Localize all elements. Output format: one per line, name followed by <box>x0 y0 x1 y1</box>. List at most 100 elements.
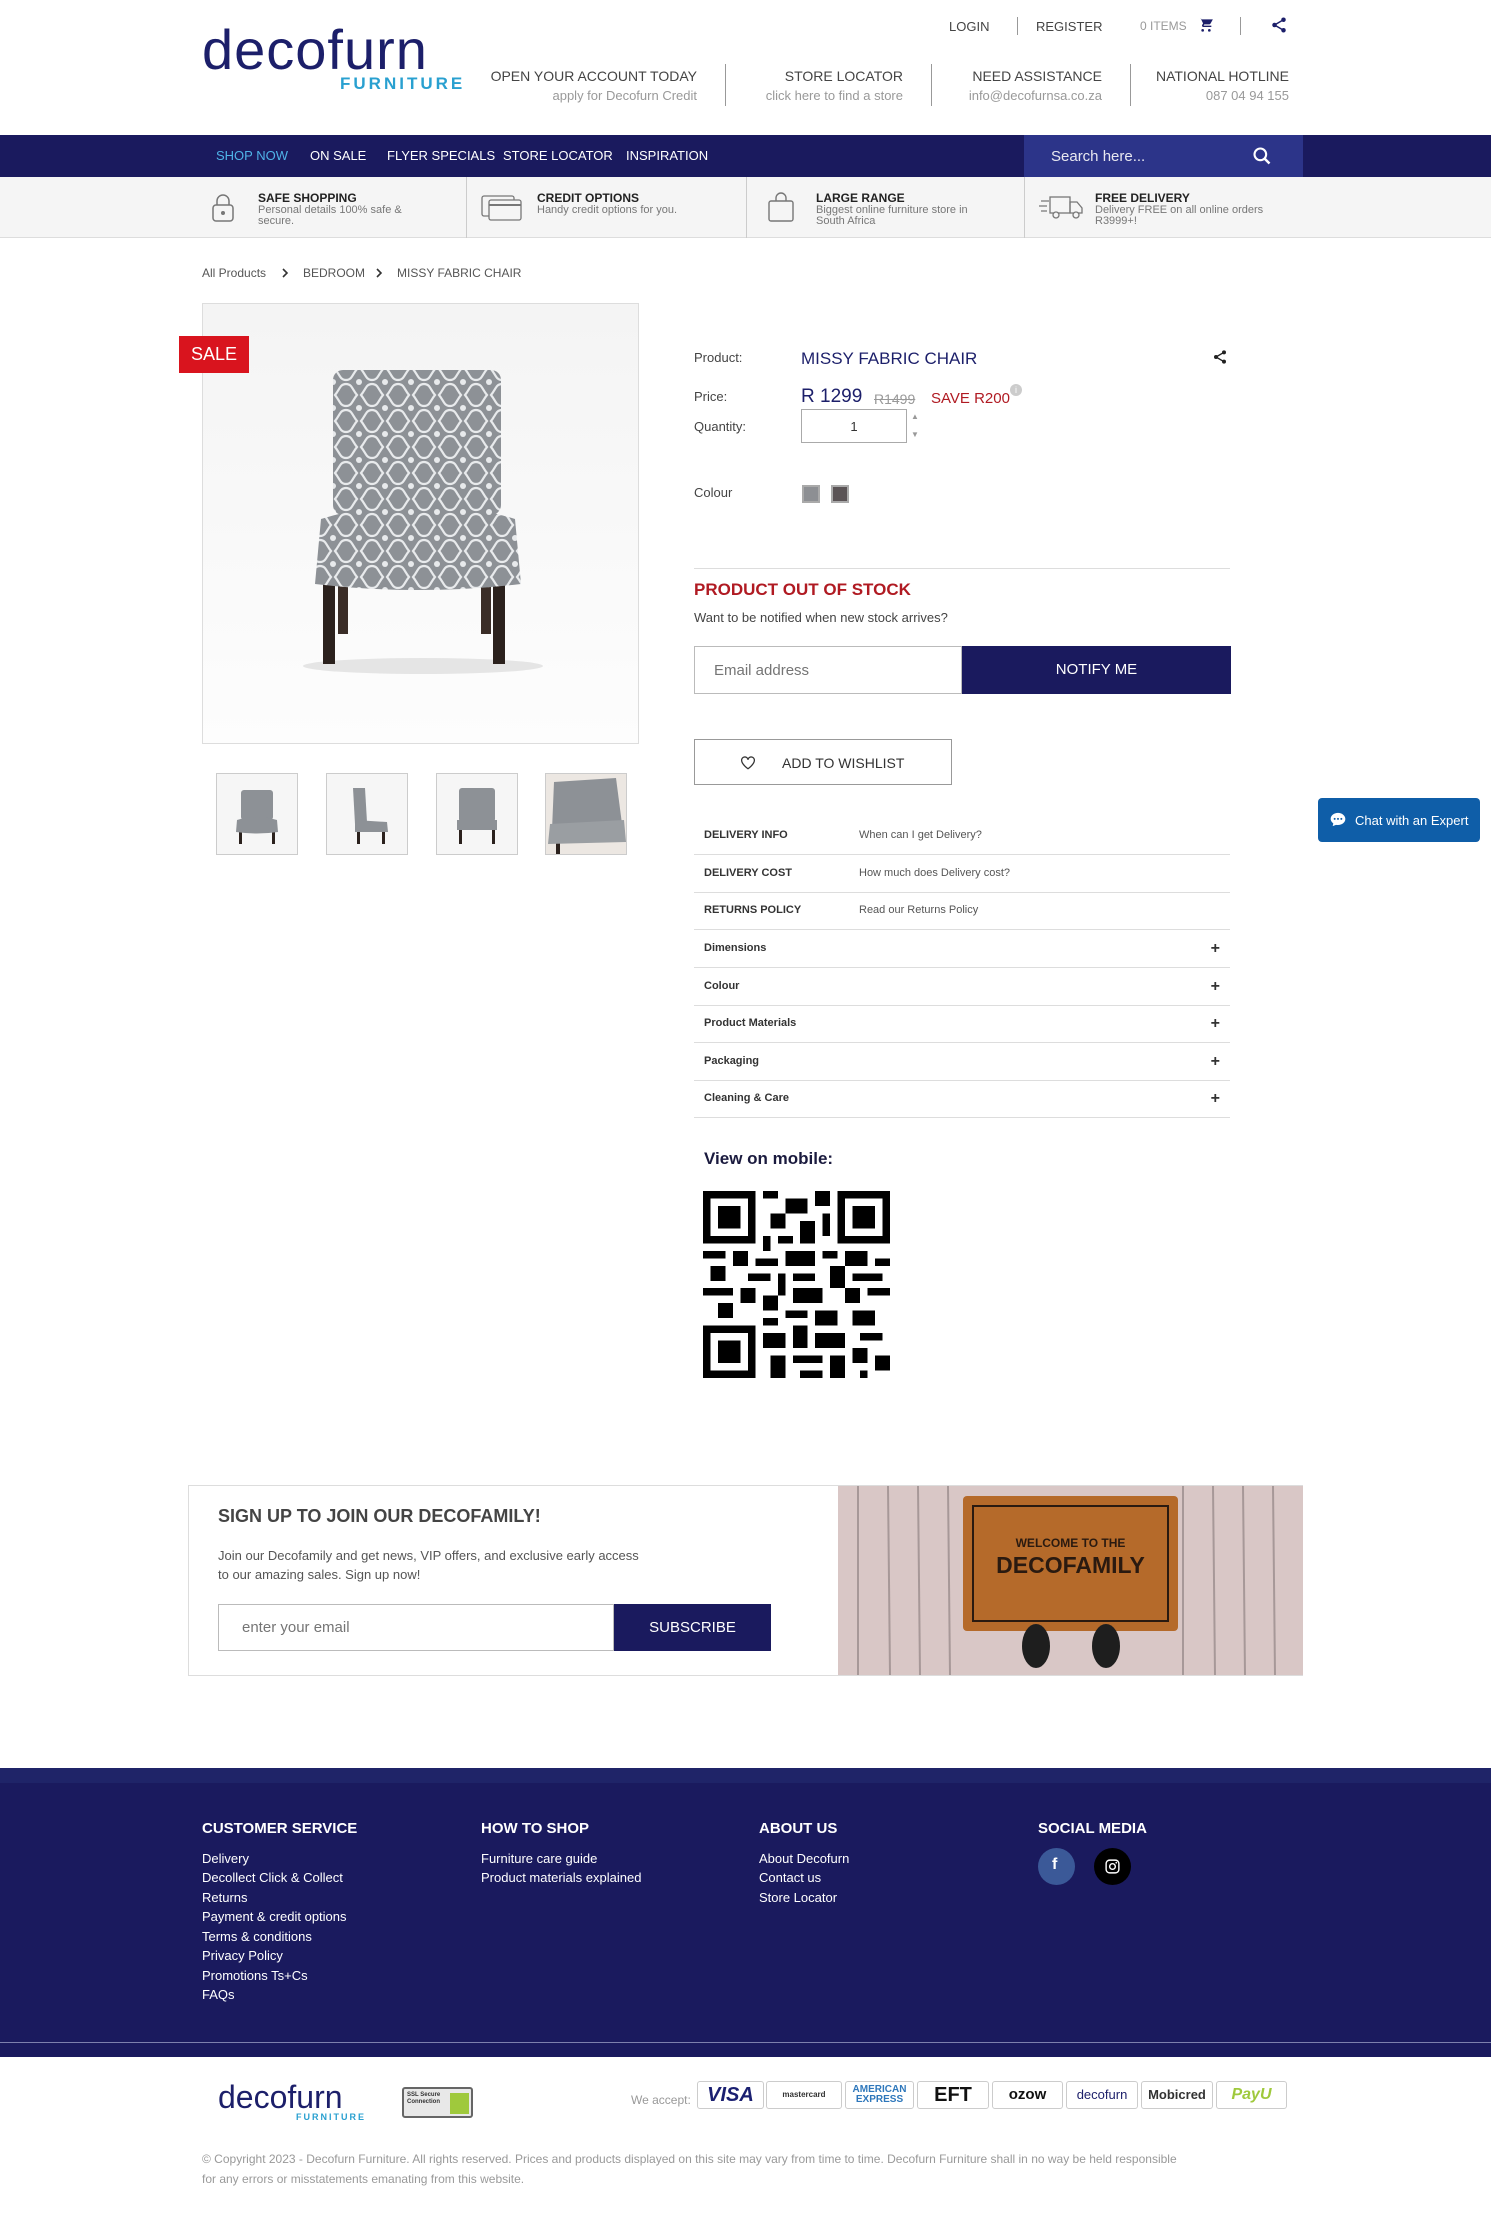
login-link[interactable]: LOGIN <box>949 19 989 34</box>
signup-text-2: to our amazing sales. Sign up now! <box>218 1567 421 1582</box>
footer-link-care-guide[interactable]: Furniture care guide <box>481 1851 597 1866</box>
divider <box>1017 17 1018 35</box>
nav-inspiration[interactable]: INSPIRATION <box>626 148 708 163</box>
plus-icon[interactable]: + <box>1211 1053 1220 1071</box>
delivery-info-row[interactable]: DELIVERY INFO When can I get Delivery? <box>694 817 1230 855</box>
plus-icon[interactable]: + <box>1211 978 1220 996</box>
feature-safe-shopping: SAFE SHOPPING Personal details 100% safe… <box>202 177 466 238</box>
features-bar: SAFE SHOPPING Personal details 100% safe… <box>0 177 1491 238</box>
amex-logo: AMERICAN EXPRESS <box>845 2081 914 2109</box>
returns-policy-row[interactable]: RETURNS POLICY Read our Returns Policy <box>694 892 1230 930</box>
colour-label: Colour <box>694 485 733 500</box>
breadcrumb-bedroom[interactable]: BEDROOM <box>303 266 365 280</box>
credit-card-icon <box>481 195 522 221</box>
footer-heading-social-media: SOCIAL MEDIA <box>1038 1820 1147 1837</box>
footer-link-privacy[interactable]: Privacy Policy <box>202 1948 283 1963</box>
nav-on-sale[interactable]: ON SALE <box>310 148 366 163</box>
chevron-right-icon <box>376 268 383 278</box>
hotline[interactable]: NATIONAL HOTLINE 087 04 94 155 <box>1156 66 1289 106</box>
site-footer: CUSTOMER SERVICE Delivery Decollect Clic… <box>0 1768 1491 2043</box>
colour-swatch-dark[interactable] <box>831 485 849 503</box>
register-link[interactable]: REGISTER <box>1036 19 1102 34</box>
footer-link-delivery[interactable]: Delivery <box>202 1851 249 1866</box>
visa-logo: VISA <box>697 2081 764 2109</box>
footer-logo[interactable]: decofurn <box>218 2079 343 2116</box>
decrease-arrow-icon[interactable]: ▼ <box>911 430 919 439</box>
accordion-colour[interactable]: Colour + <box>694 968 1230 1006</box>
cart-count[interactable]: 0 ITEMS <box>1140 19 1187 33</box>
notify-text: Want to be notified when new stock arriv… <box>694 610 948 625</box>
search-icon[interactable] <box>1252 146 1272 166</box>
eft-logo: EFT <box>917 2081 989 2109</box>
thumbnail[interactable] <box>545 773 627 855</box>
colour-swatch-grey[interactable] <box>802 485 820 503</box>
divider <box>725 64 726 106</box>
plus-icon[interactable]: + <box>1211 1090 1220 1108</box>
info-icon[interactable]: i <box>1010 384 1022 396</box>
qr-code <box>703 1191 890 1378</box>
accordion-packaging[interactable]: Packaging + <box>694 1043 1230 1081</box>
mat-text-line1: WELCOME TO THE <box>1015 1536 1126 1550</box>
thumbnail[interactable] <box>436 773 518 855</box>
footer-link-decollect[interactable]: Decollect Click & Collect <box>202 1870 343 1885</box>
shopping-bag-icon <box>768 192 794 222</box>
decofurn-pay-logo: decofurn <box>1066 2081 1138 2109</box>
store-locator-link[interactable]: STORE LOCATOR click here to find a store <box>766 66 903 106</box>
assistance-link[interactable]: NEED ASSISTANCE info@decofurnsa.co.za <box>969 66 1102 106</box>
price: R 1299 <box>801 386 863 407</box>
increase-arrow-icon[interactable]: ▲ <box>911 412 919 421</box>
mastercard-logo: mastercard <box>766 2081 842 2109</box>
view-on-mobile-label: View on mobile: <box>704 1149 834 1168</box>
plus-icon[interactable]: + <box>1211 1015 1220 1033</box>
thumbnail-image <box>353 788 388 844</box>
footer-link-faqs[interactable]: FAQs <box>202 1987 235 2002</box>
thumbnail-image <box>546 774 626 854</box>
footer-link-payment[interactable]: Payment & credit options <box>202 1909 347 1924</box>
product-label: Product: <box>694 350 743 365</box>
thumbnail-image <box>236 790 278 844</box>
truck-icon <box>1039 196 1083 219</box>
plus-icon[interactable]: + <box>1211 940 1220 958</box>
accordion-product-materials[interactable]: Product Materials + <box>694 1005 1230 1043</box>
chevron-right-icon <box>282 268 289 278</box>
open-account-link[interactable]: OPEN YOUR ACCOUNT TODAY apply for Decofu… <box>491 66 697 106</box>
chat-with-expert-button[interactable]: Chat with an Expert <box>1318 798 1480 842</box>
delivery-cost-row[interactable]: DELIVERY COST How much does Delivery cos… <box>694 855 1230 893</box>
nav-shop-now[interactable]: SHOP NOW <box>216 148 288 163</box>
share-icon[interactable] <box>1212 348 1228 366</box>
quantity-input[interactable] <box>801 409 907 443</box>
footer-link-store-locator[interactable]: Store Locator <box>759 1890 837 1905</box>
signup-email-input[interactable] <box>218 1604 614 1651</box>
ssl-lock-icon <box>450 2093 469 2114</box>
logo[interactable]: decofurn <box>202 22 428 78</box>
add-to-wishlist-button[interactable]: ADD TO WISHLIST <box>694 739 952 785</box>
feature-large-range: LARGE RANGE Biggest online furniture sto… <box>747 177 1024 238</box>
footer-logo-subtitle: FURNITURE <box>296 2112 366 2122</box>
quantity-label: Quantity: <box>694 419 747 434</box>
nav-flyer-specials[interactable]: FLYER SPECIALS <box>387 148 495 163</box>
subscribe-button[interactable]: SUBSCRIBE <box>614 1604 771 1651</box>
notify-button[interactable]: NOTIFY ME <box>962 646 1231 694</box>
accordion-cleaning-care[interactable]: Cleaning & Care + <box>694 1080 1230 1118</box>
ozow-logo: ozow <box>992 2081 1063 2109</box>
instagram-icon[interactable] <box>1094 1848 1131 1885</box>
footer-link-materials[interactable]: Product materials explained <box>481 1870 641 1885</box>
footer-link-contact[interactable]: Contact us <box>759 1870 821 1885</box>
notify-email-input[interactable] <box>694 646 962 694</box>
old-price: R1499 <box>874 391 916 407</box>
thumbnail[interactable] <box>326 773 408 855</box>
cart-icon[interactable] <box>1198 17 1214 33</box>
product-main-image[interactable] <box>202 303 639 744</box>
share-icon[interactable] <box>1270 16 1288 34</box>
footer-link-about[interactable]: About Decofurn <box>759 1851 849 1866</box>
search-input[interactable] <box>1024 135 1254 177</box>
breadcrumb-all-products[interactable]: All Products <box>202 266 266 280</box>
footer-link-terms[interactable]: Terms & conditions <box>202 1929 312 1944</box>
thumbnail[interactable] <box>216 773 298 855</box>
footer-link-promotions[interactable]: Promotions Ts+Cs <box>202 1968 308 1983</box>
nav-store-locator[interactable]: STORE LOCATOR <box>503 148 613 163</box>
footer-link-returns[interactable]: Returns <box>202 1890 248 1905</box>
facebook-icon[interactable]: f <box>1038 1848 1075 1885</box>
chat-bubble-icon <box>1330 812 1346 827</box>
accordion-dimensions[interactable]: Dimensions + <box>694 930 1230 968</box>
